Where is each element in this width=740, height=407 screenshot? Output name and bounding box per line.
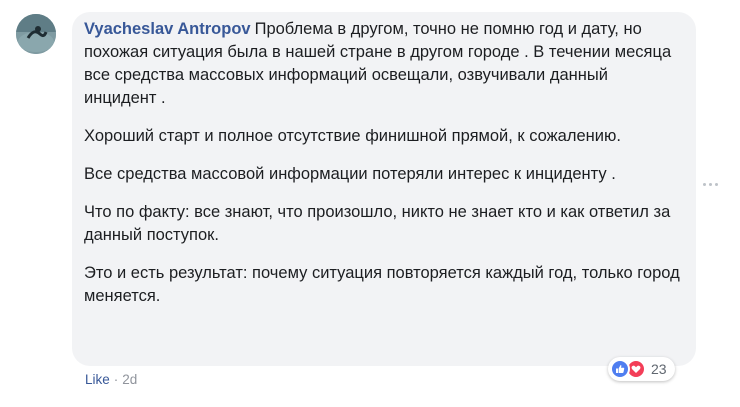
reactions-summary[interactable]: 23 [608,357,675,381]
avatar-image [16,14,56,54]
avatar[interactable] [16,14,56,54]
comment-paragraph: Это и есть результат: почему ситуация по… [84,264,680,305]
more-options-icon[interactable] [703,183,718,186]
reaction-count: 23 [651,361,667,377]
author-name[interactable]: Vyacheslav Antropov [84,20,251,38]
comment-bubble: Vyacheslav Antropov Проблема в другом, то… [72,12,696,366]
like-link[interactable]: Like [85,372,110,387]
comment-actions: Like · 2d [85,372,137,387]
timestamp[interactable]: 2d [122,372,137,387]
like-icon [610,359,630,379]
comment: Vyacheslav Antropov Проблема в другом, то… [0,0,740,407]
separator: · [113,372,119,387]
comment-paragraph: Все средства массовой информации потерял… [84,165,616,183]
comment-paragraph: Что по факту: все знают, что произошло, … [84,203,671,244]
comment-paragraph: Хороший старт и полное отсутствие финишн… [84,127,621,145]
comment-paragraph: Vyacheslav Antropov Проблема в другом, то… [84,18,684,110]
